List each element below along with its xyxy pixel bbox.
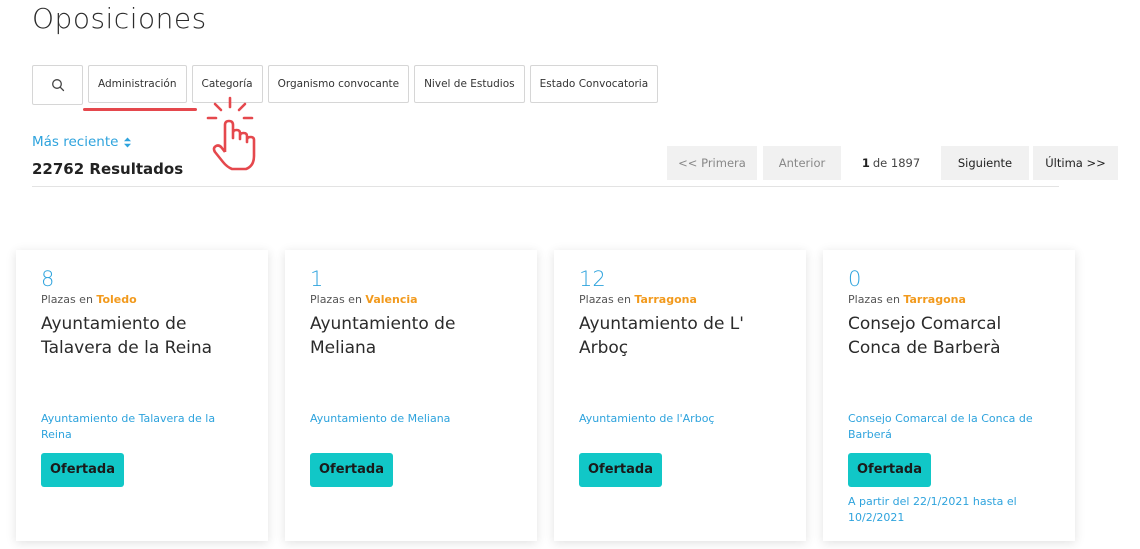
- sort-icon: [123, 137, 131, 147]
- plazas-location: Plazas en Toledo: [41, 293, 243, 306]
- sort-toggle[interactable]: Más reciente: [32, 134, 132, 150]
- pointer-hand-icon: [206, 96, 256, 171]
- search-icon: [51, 79, 64, 92]
- job-card[interactable]: 0 Plazas en Tarragona Consejo Comarcal C…: [823, 250, 1075, 541]
- organization-link[interactable]: Consejo Comarcal de la Conca de Barberá: [848, 411, 1050, 446]
- place-name: Valencia: [365, 293, 418, 306]
- search-button[interactable]: [32, 65, 83, 105]
- plazas-location: Plazas en Tarragona: [579, 293, 781, 306]
- place-prefix: Plazas en: [848, 293, 900, 306]
- place-name: Toledo: [96, 293, 137, 306]
- filter-administracion[interactable]: Administración: [88, 65, 187, 103]
- card-title[interactable]: Ayuntamiento de Talavera de la Reina: [41, 312, 243, 408]
- plazas-count: 0: [848, 267, 862, 291]
- plazas-count: 1: [310, 267, 324, 291]
- results-count: 22762 Resultados: [32, 160, 184, 178]
- place-prefix: Plazas en: [310, 293, 362, 306]
- job-card[interactable]: 12 Plazas en Tarragona Ayuntamiento de L…: [554, 250, 806, 541]
- card-title[interactable]: Consejo Comarcal Conca de Barberà: [848, 312, 1050, 408]
- place-name: Tarragona: [903, 293, 966, 306]
- sort-label: Más reciente: [32, 134, 119, 150]
- status-badge[interactable]: Ofertada: [41, 453, 124, 487]
- job-card[interactable]: 1 Plazas en Valencia Ayuntamiento de Mel…: [285, 250, 537, 541]
- status-badge[interactable]: Ofertada: [848, 453, 931, 487]
- page-title: Oposiciones: [32, 2, 207, 35]
- filter-nivel-estudios[interactable]: Nivel de Estudios: [414, 65, 525, 103]
- filter-bar: Administración Categoría Organismo convo…: [32, 65, 659, 105]
- previous-page-button[interactable]: Anterior: [763, 146, 841, 180]
- total-pages: de 1897: [872, 156, 921, 170]
- next-page-button[interactable]: Siguiente: [941, 146, 1029, 180]
- plazas-count: 12: [579, 267, 606, 291]
- plazas-location: Plazas en Valencia: [310, 293, 512, 306]
- place-name: Tarragona: [634, 293, 697, 306]
- place-prefix: Plazas en: [41, 293, 93, 306]
- last-page-button[interactable]: Última >>: [1033, 146, 1118, 180]
- first-page-button[interactable]: << Primera: [667, 146, 757, 180]
- job-card[interactable]: 8 Plazas en Toledo Ayuntamiento de Talav…: [16, 250, 268, 541]
- status-badge[interactable]: Ofertada: [579, 453, 662, 487]
- pagination: << Primera Anterior 1 de 1897 Siguiente …: [667, 146, 1118, 180]
- organization-link[interactable]: Ayuntamiento de Talavera de la Reina: [41, 411, 243, 446]
- filter-estado-convocatoria[interactable]: Estado Convocatoria: [529, 65, 659, 103]
- current-page: 1: [861, 156, 870, 170]
- active-filter-underline: [83, 108, 197, 111]
- organization-link[interactable]: Ayuntamiento de Meliana: [310, 411, 512, 446]
- plazas-location: Plazas en Tarragona: [848, 293, 1050, 306]
- card-dates: A partir del 22/1/2021 hasta el 10/2/202…: [848, 495, 1017, 524]
- page-indicator: 1 de 1897: [841, 146, 941, 180]
- card-title[interactable]: Ayuntamiento de Meliana: [310, 312, 512, 408]
- card-title[interactable]: Ayuntamiento de L' Arboç: [579, 312, 781, 408]
- divider: [32, 186, 1059, 187]
- place-prefix: Plazas en: [579, 293, 631, 306]
- status-badge[interactable]: Ofertada: [310, 453, 393, 487]
- plazas-count: 8: [41, 267, 55, 291]
- organization-link[interactable]: Ayuntamiento de l'Arboç: [579, 411, 781, 446]
- filter-organismo-convocante[interactable]: Organismo convocante: [267, 65, 410, 103]
